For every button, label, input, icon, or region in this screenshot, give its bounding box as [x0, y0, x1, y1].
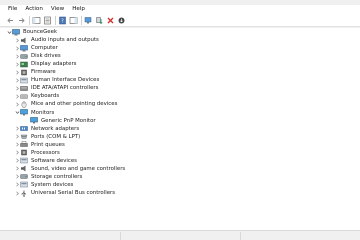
action-pane-icon [69, 16, 78, 25]
sound-icon [20, 165, 28, 172]
tree-item-firmware[interactable]: Firmware [14, 68, 56, 76]
tree-item-label: Software devices [31, 157, 77, 164]
disk-drive-icon [20, 53, 28, 60]
ide-controller-icon [20, 85, 28, 92]
tree-item-label: System devices [31, 181, 74, 188]
tree-item-label: Sound, video and game controllers [31, 165, 126, 172]
red-x-icon [106, 16, 115, 25]
tree-item-label: Audio inputs and outputs [31, 37, 99, 44]
action-pane-button[interactable] [69, 16, 78, 25]
tree-item-label: Display adapters [31, 61, 77, 68]
status-segment-2 [120, 232, 241, 240]
speaker-icon [20, 37, 28, 44]
tree-item-label: Ports (COM & LPT) [31, 133, 81, 140]
tree-item-label: Storage controllers [31, 173, 83, 180]
display-adapter-icon [20, 61, 28, 68]
keyboard-icon [20, 93, 28, 100]
menu-file[interactable]: File [0, 5, 21, 14]
toolbar: ? [0, 14, 360, 27]
help-book-icon: ? [58, 16, 67, 25]
menu-view[interactable]: View [47, 5, 68, 14]
menu-bar: File Action View Help [0, 5, 360, 14]
tree-item-ports-com-lpt[interactable]: Ports (COM & LPT) [14, 133, 80, 141]
tree-item-label: IDE ATA/ATAPI controllers [31, 85, 99, 92]
tree-item-label: Mice and other pointing devices [31, 101, 118, 108]
tree-item-display-adapters[interactable]: Display adapters [14, 60, 77, 68]
properties-icon [43, 16, 52, 25]
system-device-icon [20, 181, 28, 188]
tree-item-universal-serial-bus-controllers[interactable]: Universal Serial Bus controllers [14, 189, 115, 197]
device-tree[interactable]: BounceGeek Audio inputs and outputs Comput… [0, 28, 360, 230]
tree-item-label: Disk drives [31, 53, 61, 60]
tree-item-label: Keyboards [31, 93, 60, 100]
network-adapter-icon [20, 125, 28, 132]
usb-icon [20, 190, 28, 197]
tree-item-processors[interactable]: Processors [14, 149, 60, 157]
firmware-icon [20, 69, 28, 76]
printer-icon [20, 141, 28, 148]
show-hide-console-tree-button[interactable] [32, 16, 41, 25]
status-segment-1 [0, 232, 121, 240]
hid-icon [20, 77, 28, 84]
tree-item-label: Print queues [31, 141, 65, 148]
tree-item-mice-and-other-pointing-devices[interactable]: Mice and other pointing devices [14, 100, 117, 108]
tree-item-label: Universal Serial Bus controllers [31, 190, 116, 196]
tree-item-label: Monitors [31, 109, 55, 116]
tree-item-label: Processors [31, 149, 60, 156]
tree-item-label: Generic PnP Monitor [41, 117, 96, 124]
menu-action[interactable]: Action [21, 5, 47, 14]
tree-item-label: BounceGeek [23, 29, 58, 35]
port-icon [20, 133, 28, 140]
tree-item-human-interface-devices[interactable]: Human Interface Devices [14, 76, 99, 84]
toolbar-separator [81, 15, 82, 25]
tree-item-generic-pnp-monitor[interactable]: Generic PnP Monitor [24, 117, 96, 125]
toolbar-separator [29, 15, 30, 25]
mouse-icon [20, 101, 28, 108]
tree-item-sound-video-and-game-controllers[interactable]: Sound, video and game controllers [14, 165, 125, 173]
forward-button[interactable] [17, 16, 26, 25]
tree-item-network-adapters[interactable]: Network adapters [14, 125, 79, 133]
computer-icon [20, 44, 28, 52]
storage-controller-icon [20, 173, 28, 180]
scan-monitor-icon [84, 16, 93, 25]
tree-item-system-devices[interactable]: System devices [14, 181, 73, 189]
tree-item-print-queues[interactable]: Print queues [14, 141, 65, 149]
forward-arrow-icon [17, 16, 26, 25]
toolbar-separator [55, 15, 56, 25]
back-arrow-icon [6, 16, 15, 25]
menu-help[interactable]: Help [68, 5, 89, 14]
monitor-icon [30, 117, 38, 124]
monitor-icon [20, 109, 28, 116]
svg-text:?: ? [61, 18, 64, 24]
tree-root-bouncegeek[interactable]: BounceGeek [6, 28, 57, 36]
software-device-icon [20, 157, 28, 164]
tree-item-keyboards[interactable]: Keyboards [14, 92, 59, 100]
back-button[interactable] [6, 16, 15, 25]
uninstall-device-button[interactable] [106, 16, 115, 25]
status-bar [0, 230, 360, 240]
tree-item-ide-ata-atapi-controllers[interactable]: IDE ATA/ATAPI controllers [14, 84, 98, 92]
console-tree-icon [32, 16, 41, 25]
scan-hardware-button[interactable] [84, 16, 93, 25]
tree-item-label: Network adapters [31, 125, 80, 132]
tree-item-computer[interactable]: Computer [14, 44, 58, 52]
tree-item-label: Firmware [31, 69, 56, 76]
computer-icon [12, 28, 20, 36]
processor-icon [20, 149, 28, 156]
tree-item-monitors[interactable]: Monitors [14, 109, 54, 117]
tree-item-audio-inputs-and-outputs[interactable]: Audio inputs and outputs [14, 36, 99, 44]
update-driver-button[interactable] [95, 16, 104, 25]
tree-item-storage-controllers[interactable]: Storage controllers [14, 173, 82, 181]
tree-item-disk-drives[interactable]: Disk drives [14, 52, 61, 60]
help-button[interactable]: ? [58, 16, 67, 25]
tree-item-software-devices[interactable]: Software devices [14, 157, 77, 165]
disable-device-button[interactable] [117, 16, 126, 25]
properties-button[interactable] [43, 16, 52, 25]
device-manager-window: File Action View Help ? BounceGeek Audio … [0, 0, 360, 240]
download-arrow-icon [117, 16, 126, 25]
tree-item-label: Human Interface Devices [31, 77, 100, 84]
update-driver-icon [95, 16, 104, 25]
tree-item-label: Computer [31, 45, 58, 52]
